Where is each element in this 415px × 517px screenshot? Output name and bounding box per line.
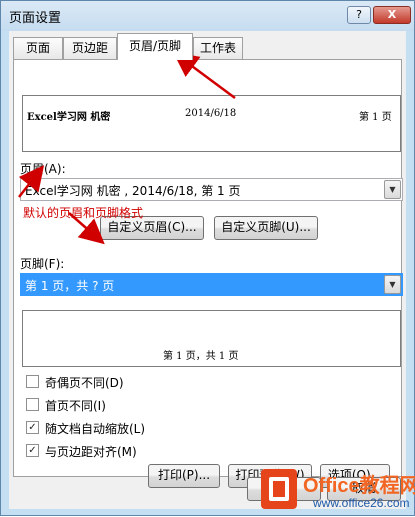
option-odd-even-label: 奇偶页不同(D) xyxy=(45,376,124,390)
title-bar[interactable]: 页面设置 ? X xyxy=(1,1,414,31)
tab-page[interactable]: 页面 xyxy=(13,37,63,59)
footer-dropdown-value: 第 1 页，共 ? 页 xyxy=(25,279,115,293)
footer-preview-center: 第 1 页，共 1 页 xyxy=(163,351,239,362)
chevron-down-icon[interactable]: ▼ xyxy=(384,275,401,294)
header-footer-panel: Excel学习网 机密 2014/6/18 第 1 页 页眉(A): Excel… xyxy=(13,59,403,488)
custom-footer-button[interactable]: 自定义页脚(U)... xyxy=(214,216,318,240)
option-scale-label: 随文档自动缩放(L) xyxy=(45,422,146,436)
watermark: Office教程网 www.office26.com xyxy=(261,463,415,517)
header-preview-right: 第 1 页 xyxy=(359,112,392,123)
header-preview: Excel学习网 机密 2014/6/18 第 1 页 xyxy=(22,95,401,152)
header-dropdown[interactable]: Excel学习网 机密 , 2014/6/18, 第 1 页 ▼ xyxy=(20,178,403,201)
chevron-down-icon[interactable]: ▼ xyxy=(384,180,401,199)
footer-preview: 第 1 页，共 1 页 xyxy=(22,310,401,367)
checkbox-first-page[interactable] xyxy=(26,398,39,411)
print-button[interactable]: 打印(P)... xyxy=(148,464,220,488)
tab-header-footer[interactable]: 页眉/页脚 xyxy=(117,33,193,60)
annotation-text: 默认的页眉和页脚格式 xyxy=(23,206,144,220)
header-preview-center: 2014/6/18 xyxy=(185,108,237,119)
close-button[interactable]: X xyxy=(373,6,411,24)
header-preview-left: Excel学习网 机密 xyxy=(27,112,111,123)
tab-sheet[interactable]: 工作表 xyxy=(193,37,243,59)
checkbox-align-margins[interactable]: ✓ xyxy=(26,444,39,457)
tab-margins[interactable]: 页边距 xyxy=(63,37,117,59)
option-align-margins-label: 与页边距对齐(M) xyxy=(45,445,137,459)
watermark-url: www.office26.com xyxy=(313,496,410,510)
dialog-body: 页面 页边距 页眉/页脚 工作表 Excel学习网 机密 2014/6/18 第… xyxy=(9,31,406,509)
watermark-brand: Office教程网 xyxy=(303,475,415,497)
header-dropdown-value: Excel学习网 机密 , 2014/6/18, 第 1 页 xyxy=(25,184,241,198)
page-setup-dialog: 页面设置 ? X 页面 页边距 页眉/页脚 工作表 Excel学习网 机密 20… xyxy=(0,0,415,516)
option-first-page-label: 首页不同(I) xyxy=(45,399,106,413)
footer-label: 页脚(F): xyxy=(20,257,65,271)
help-button[interactable]: ? xyxy=(347,6,371,24)
office-logo-icon xyxy=(261,469,297,509)
checkbox-scale[interactable]: ✓ xyxy=(26,421,39,434)
footer-dropdown[interactable]: 第 1 页，共 ? 页 ▼ xyxy=(20,273,403,296)
header-label: 页眉(A): xyxy=(20,162,66,176)
dialog-title: 页面设置 xyxy=(9,11,62,26)
checkbox-odd-even[interactable] xyxy=(26,375,39,388)
